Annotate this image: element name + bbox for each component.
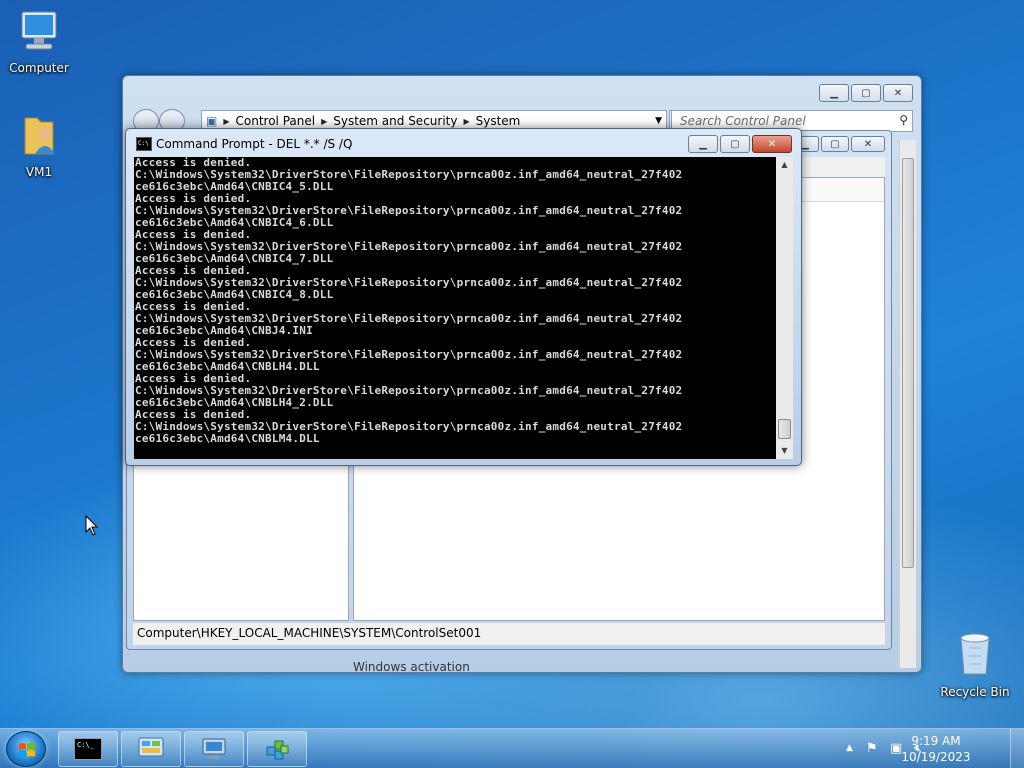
- window-title: Command Prompt - DEL *.* /S /Q: [156, 137, 353, 151]
- minimize-button[interactable]: ▁: [819, 84, 849, 102]
- command-prompt-icon: C:\_: [74, 738, 102, 760]
- vertical-scrollbar[interactable]: ▲ ▼: [776, 157, 793, 459]
- taskbar-item-registry-editor[interactable]: [247, 731, 307, 767]
- chevron-down-icon[interactable]: ▼: [655, 116, 662, 126]
- start-button[interactable]: [6, 731, 46, 767]
- vertical-scrollbar[interactable]: [899, 140, 916, 668]
- command-prompt-icon: C:\: [136, 137, 152, 151]
- desktop-icon-computer[interactable]: Computer: [2, 10, 76, 75]
- desktop-icon-label: Recycle Bin: [940, 685, 1010, 699]
- scroll-down-icon[interactable]: ▼: [776, 443, 793, 459]
- search-icon: ⚲: [899, 113, 908, 127]
- show-hidden-icons-icon[interactable]: ▲: [846, 743, 853, 753]
- console-line: ce616c3ebc\Amd64\CNBLM4.DLL: [135, 432, 320, 445]
- maximize-button[interactable]: ▢: [821, 136, 849, 152]
- windows-activation-heading: Windows activation: [353, 660, 470, 674]
- close-button[interactable]: ✕: [883, 84, 913, 102]
- breadcrumb-item[interactable]: System and Security: [333, 114, 457, 128]
- action-center-flag-icon[interactable]: ⚑: [866, 741, 878, 756]
- taskbar-item-remote-desktop[interactable]: [184, 731, 244, 767]
- recycle-bin-icon: [938, 630, 1012, 681]
- user-folder-icon: [2, 112, 76, 161]
- status-bar: Computer\HKEY_LOCAL_MACHINE\SYSTEM\Contr…: [133, 623, 885, 645]
- desktop-icon-label: VM1: [25, 165, 53, 179]
- chevron-right-icon: ▶: [463, 116, 470, 126]
- breadcrumb-item[interactable]: System: [476, 114, 521, 128]
- breadcrumb-item[interactable]: Control Panel: [236, 114, 316, 128]
- maximize-button[interactable]: ▢: [851, 84, 881, 102]
- window-controls: ▁ ▢ ✕: [819, 84, 913, 102]
- system-clock[interactable]: 9:19 AM 10/19/2023: [896, 733, 976, 765]
- search-placeholder: Search Control Panel: [680, 114, 806, 128]
- scrollbar-thumb[interactable]: [778, 419, 791, 439]
- mouse-cursor-icon: [85, 514, 99, 540]
- control-panel-icon: ▣: [206, 114, 218, 128]
- registry-editor-icon: [266, 740, 289, 760]
- scroll-up-icon[interactable]: ▲: [776, 157, 793, 173]
- console-output[interactable]: Access is denied. C:\Windows\System32\Dri…: [134, 157, 776, 459]
- clock-date: 10/19/2023: [901, 750, 971, 764]
- scrollbar-thumb[interactable]: [902, 158, 914, 568]
- minimize-button[interactable]: ▁: [688, 135, 718, 153]
- computer-icon: [2, 10, 76, 57]
- remote-desktop-icon: [202, 738, 226, 759]
- control-panel-icon: [138, 737, 164, 757]
- command-prompt-window[interactable]: C:\ Command Prompt - DEL *.* /S /Q ▁ ▢ ✕…: [125, 128, 802, 466]
- desktop-icon-vm1[interactable]: VM1: [2, 112, 76, 179]
- chevron-right-icon: ▶: [223, 116, 230, 126]
- chevron-right-icon: ▶: [321, 116, 328, 126]
- clock-time: 9:19 AM: [911, 734, 961, 748]
- show-desktop-button[interactable]: [1010, 729, 1024, 768]
- taskbar-item-control-panel[interactable]: [121, 731, 181, 767]
- taskbar-item-command-prompt[interactable]: C:\_: [58, 731, 118, 767]
- taskbar: C:\_ ▲ ⚑ ▣ 🔇︎ 9:19 AM 10/19/2023: [0, 728, 1024, 768]
- windows-logo-icon: [19, 743, 35, 757]
- maximize-button[interactable]: ▢: [720, 135, 750, 153]
- close-button[interactable]: ✕: [851, 136, 885, 152]
- close-button[interactable]: ✕: [752, 135, 792, 153]
- desktop-icon-label: Computer: [9, 61, 69, 75]
- window-controls: ▁ ▢ ✕: [791, 136, 885, 152]
- desktop-icon-recycle-bin[interactable]: Recycle Bin: [938, 630, 1012, 699]
- window-controls: ▁ ▢ ✕: [688, 135, 792, 153]
